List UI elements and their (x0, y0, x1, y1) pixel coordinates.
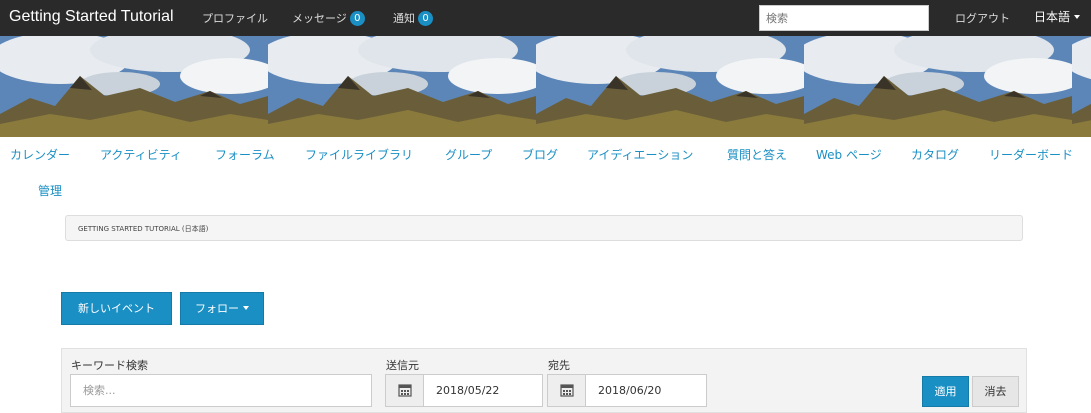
from-date-label: 送信元 (386, 359, 419, 372)
nav-item-leaderboard[interactable]: リーダーボード (989, 146, 1073, 163)
mountain-banner-tile (0, 36, 268, 137)
nav-item-blog[interactable]: ブログ (522, 146, 558, 163)
messages-link[interactable]: メッセージ 0 (292, 10, 365, 26)
chevron-down-icon (243, 306, 249, 310)
to-date-calendar-addon[interactable] (547, 374, 585, 407)
nav-item-ideation[interactable]: アイディエーション (587, 146, 693, 163)
chevron-down-icon (1074, 15, 1081, 19)
from-date-calendar-addon[interactable] (385, 374, 423, 407)
new-event-button[interactable]: 新しいイベント (61, 292, 172, 325)
mountain-banner-tile (268, 36, 536, 137)
mountain-banner-tile (804, 36, 1072, 137)
breadcrumb-item[interactable]: GETTING STARTED TUTORIAL (日本語) (78, 225, 208, 233)
notifications-label: 通知 (393, 12, 415, 25)
nav-item-catalog[interactable]: カタログ (911, 146, 959, 163)
messages-count-badge: 0 (349, 11, 365, 26)
profile-link[interactable]: プロファイル (202, 10, 268, 26)
top-navbar: Getting Started Tutorial プロファイル メッセージ 0 通… (0, 0, 1091, 36)
site-brand[interactable]: Getting Started Tutorial (9, 8, 174, 26)
to-date-value: 2018/06/20 (598, 384, 662, 397)
nav-item-forum[interactable]: フォーラム (215, 146, 275, 163)
to-date-input[interactable]: 2018/06/20 (585, 374, 707, 407)
follow-label: フォロー (195, 302, 239, 315)
keyword-search-label: キーワード検索 (71, 359, 148, 372)
language-dropdown[interactable]: 日本語 (1034, 8, 1081, 25)
from-date-input[interactable]: 2018/05/22 (423, 374, 543, 407)
keyword-search-placeholder: 検索... (83, 384, 116, 397)
notifications-link[interactable]: 通知 0 (393, 10, 433, 26)
language-label: 日本語 (1034, 10, 1071, 24)
nav-item-web-pages[interactable]: Web ページ (816, 146, 882, 163)
header-search-input[interactable] (759, 5, 929, 31)
clear-button[interactable]: 消去 (972, 376, 1019, 407)
keyword-search-input[interactable]: 検索... (70, 374, 372, 407)
breadcrumb: GETTING STARTED TUTORIAL (日本語) (65, 215, 1023, 241)
apply-button[interactable]: 適用 (922, 376, 969, 407)
to-date-label: 宛先 (548, 359, 570, 372)
logout-link[interactable]: ログアウト (955, 10, 1010, 26)
mountain-banner-tile (536, 36, 804, 137)
nav-item-admin[interactable]: 管理 (38, 182, 62, 199)
messages-label: メッセージ (292, 12, 347, 25)
mountain-banner-tile (1072, 36, 1091, 137)
nav-item-activity[interactable]: アクティビティ (100, 146, 182, 163)
nav-item-qa[interactable]: 質問と答え (727, 146, 787, 163)
nav-item-calendar[interactable]: カレンダー (10, 146, 70, 163)
filter-panel: キーワード検索 検索... 送信元 2018/05/22 宛先 2018/06/… (61, 348, 1027, 413)
banner-image (0, 36, 1091, 137)
notifications-count-badge: 0 (418, 11, 433, 26)
nav-item-groups[interactable]: グループ (445, 146, 492, 163)
nav-item-file-library[interactable]: ファイルライブラリ (305, 146, 413, 163)
calendar-icon (560, 384, 574, 397)
calendar-icon (398, 384, 412, 397)
from-date-value: 2018/05/22 (436, 384, 500, 397)
follow-dropdown-button[interactable]: フォロー (180, 292, 264, 325)
